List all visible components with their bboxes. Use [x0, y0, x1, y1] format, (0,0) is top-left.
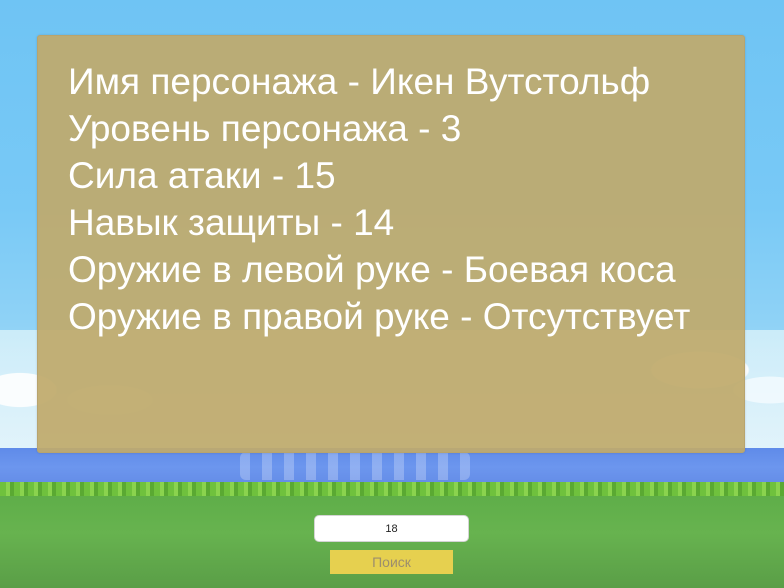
right-hand-weapon-line: Оружие в правой руке - Отсутствует [68, 296, 691, 337]
attack-power-line: Сила атаки - 15 [68, 155, 336, 196]
character-info-panel: Имя персонажа - Икен Вутстольф Уровень п… [37, 35, 745, 453]
character-level-line: Уровень персонажа - 3 [68, 108, 462, 149]
sea-glint [240, 452, 470, 480]
character-name-line: Имя персонажа - Икен Вутстольф [68, 61, 651, 102]
character-info-text: Имя персонажа - Икен Вутстольф Уровень п… [68, 58, 728, 340]
grass-ground [0, 496, 784, 588]
search-button[interactable]: Поиск [330, 550, 453, 574]
search-input[interactable] [314, 515, 469, 542]
defense-skill-line: Навык защиты - 14 [68, 202, 395, 243]
left-hand-weapon-line: Оружие в левой руке - Боевая коса [68, 249, 676, 290]
